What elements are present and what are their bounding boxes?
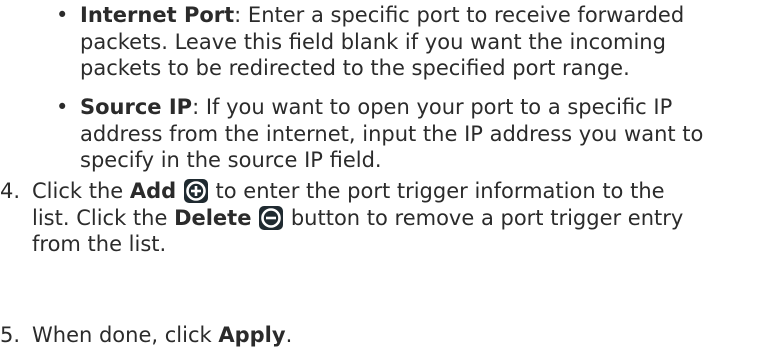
add-circle-icon <box>183 179 208 203</box>
step-4-text-mid: to enter the port trigger information to… <box>208 179 665 203</box>
step-4-text-line3: from the list. <box>32 232 167 256</box>
step-5: 5. When done, click Apply. <box>0 322 780 349</box>
step-5-text-pre: When done, click <box>32 323 219 347</box>
term-internet-port: Internet Port <box>80 3 235 27</box>
step-number: 5. <box>0 323 21 347</box>
step-4-text-line2-pre: list. Click the <box>32 205 175 230</box>
source-ip-text-1: : If you want to open your port to a spe… <box>192 95 673 119</box>
delete-circle-icon <box>259 205 284 230</box>
bullet-internet-port: • Internet Port: Enter a specific port t… <box>56 2 780 82</box>
apply-label: Apply <box>218 323 286 347</box>
step-4-text-line2-post: button to remove a port trigger entry <box>284 205 684 230</box>
bullet-dot: • <box>56 95 69 119</box>
step-4-text-pre: Click the <box>32 179 130 203</box>
add-label: Add <box>129 179 177 203</box>
internet-port-text-1: : Enter a specific port to receive forwa… <box>234 3 685 27</box>
step-number: 4. <box>0 179 21 203</box>
step-4: 4. Click the Add to enter the port trigg… <box>0 178 780 258</box>
delete-label: Delete <box>174 205 252 230</box>
source-ip-text-3: specify in the source IP field. <box>80 148 382 172</box>
internet-port-text-2: packets. Leave this field blank if you w… <box>80 29 666 54</box>
bullet-source-ip: • Source IP: If you want to open your po… <box>56 94 780 174</box>
step-5-text-post: . <box>285 323 293 347</box>
bullet-dot: • <box>56 3 69 27</box>
term-source-ip: Source IP <box>80 95 193 119</box>
source-ip-text-2: address from the internet, input the IP … <box>80 121 704 146</box>
internet-port-text-3: packets to be redirected to the specifie… <box>80 56 630 80</box>
